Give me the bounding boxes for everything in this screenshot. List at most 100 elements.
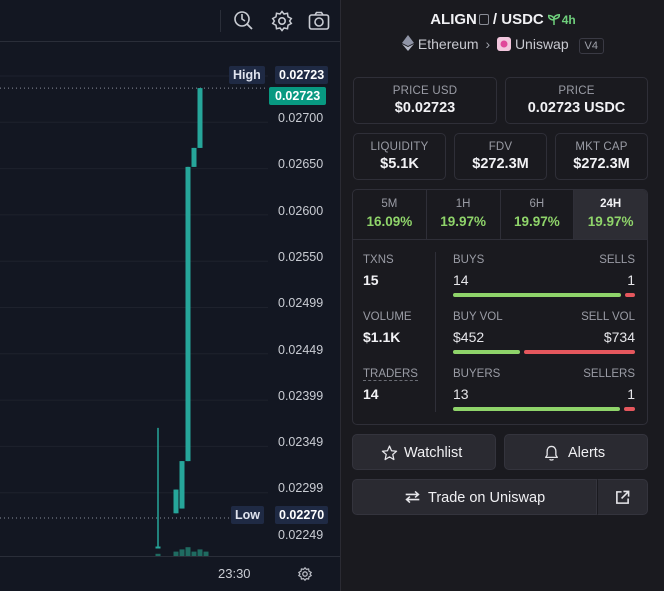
tab-24h-change: 19.97% xyxy=(587,214,634,229)
timeframe-tabs: 5M 16.09% 1H 19.97% 6H 19.97% 24H 19.97% xyxy=(353,190,647,240)
candle-body xyxy=(191,147,197,167)
replay-icon[interactable] xyxy=(232,9,256,33)
swap-arrows-icon xyxy=(405,490,420,504)
tab-6h-label: 6H xyxy=(529,198,545,210)
star-icon xyxy=(381,445,398,461)
price-axis-label: 0.02249 xyxy=(278,528,324,542)
buys-bar xyxy=(453,293,621,297)
pair-separator: / xyxy=(492,11,502,28)
tab-5m-label: 5M xyxy=(381,198,398,210)
sells-bar xyxy=(625,293,635,297)
high-value-tag: 0.02723 xyxy=(275,66,329,84)
price-label: PRICE xyxy=(558,85,595,97)
price-chart-pane: 0.02700 0.02650 0.02600 0.02550 0.02499 0.024… xyxy=(0,0,340,591)
open-external-button[interactable] xyxy=(597,479,648,515)
sellers-bar xyxy=(624,407,635,411)
quote-token: USDC xyxy=(501,11,544,28)
liquidity-label: LIQUIDITY xyxy=(370,141,429,153)
low-value-tag: 0.02270 xyxy=(275,506,329,524)
tab-1h[interactable]: 1H 19.97% xyxy=(427,190,501,239)
alerts-button[interactable]: Alerts xyxy=(504,434,648,470)
traders-value: 14 xyxy=(363,386,379,402)
tab-6h[interactable]: 6H 19.97% xyxy=(501,190,575,239)
price-axis-label: 0.02499 xyxy=(278,296,324,310)
price-axis-label: 0.02600 xyxy=(278,204,324,218)
ethereum-icon xyxy=(402,35,414,51)
market-cap-label: MKT CAP xyxy=(575,141,628,153)
candle-body xyxy=(173,489,179,514)
volume-value: $1.1K xyxy=(363,329,401,345)
dex-version-badge: V4 xyxy=(578,38,604,54)
buyers-value: 13 xyxy=(453,386,469,402)
tab-24h[interactable]: 24H 19.97% xyxy=(574,190,647,239)
buy-vol-value: $452 xyxy=(453,329,485,345)
candle-body xyxy=(197,88,203,148)
stats-divider xyxy=(435,252,436,412)
candle-body xyxy=(179,461,185,509)
sells-value: 1 xyxy=(627,272,635,288)
txns-value: 15 xyxy=(363,272,379,288)
pair-title: ALIGN / USDC 4h xyxy=(341,11,664,28)
price-axis-label: 0.02449 xyxy=(278,343,324,357)
tab-5m[interactable]: 5M 16.09% xyxy=(353,190,427,239)
external-link-icon xyxy=(616,490,630,504)
price-card: PRICE 0.02723 USDC xyxy=(505,77,648,124)
price-axis-label: 0.02399 xyxy=(278,389,324,403)
time-axis-label: 23:30 xyxy=(218,566,251,581)
time-axis: 23:30 xyxy=(0,556,340,591)
chain-name[interactable]: Ethereum xyxy=(418,36,479,52)
sellers-value: 1 xyxy=(627,386,635,402)
last-price-tag: 0.02723 xyxy=(269,87,327,105)
sell-vol-bar xyxy=(524,350,635,354)
bell-icon xyxy=(545,445,558,461)
buy-vol-bar xyxy=(453,350,520,354)
price-usd-label: PRICE USD xyxy=(392,85,458,97)
buyers-label: BUYERS xyxy=(453,368,501,380)
sells-label: SELLS xyxy=(599,254,635,266)
price-usd-value: $0.02723 xyxy=(394,100,456,116)
uniswap-icon xyxy=(497,37,512,51)
high-tag: High xyxy=(229,66,265,84)
chart-toolbar xyxy=(0,0,340,42)
sellers-label: SELLERS xyxy=(583,368,635,380)
low-tag: Low xyxy=(231,506,264,524)
buyers-bar xyxy=(453,407,620,411)
candle-body xyxy=(155,546,161,549)
volume-bar xyxy=(197,549,203,556)
price-axis-label: 0.02650 xyxy=(278,157,324,171)
volume-bar xyxy=(179,549,185,556)
price-usd-card: PRICE USD $0.02723 xyxy=(353,77,497,124)
dex-name[interactable]: Uniswap xyxy=(515,36,569,52)
price-axis-label: 0.02550 xyxy=(278,250,324,264)
trade-label: Trade on Uniswap xyxy=(428,490,546,506)
price-axis-label: 0.02349 xyxy=(278,435,324,449)
price-axis-label: 0.02299 xyxy=(278,481,324,495)
watchlist-label: Watchlist xyxy=(404,445,463,461)
gear-icon[interactable] xyxy=(270,9,294,33)
axis-settings-icon[interactable] xyxy=(297,566,313,582)
liquidity-card: LIQUIDITY $5.1K xyxy=(353,133,446,180)
fdv-label: FDV xyxy=(488,141,513,153)
pair-age: 4h xyxy=(547,13,576,27)
market-cap-value: $272.3M xyxy=(573,156,630,172)
watchlist-button[interactable]: Watchlist xyxy=(352,434,496,470)
trade-button[interactable]: Trade on Uniswap xyxy=(352,479,597,515)
activity-stats-box: 5M 16.09% 1H 19.97% 6H 19.97% 24H 19.97%… xyxy=(352,189,648,425)
tab-24h-label: 24H xyxy=(600,198,622,210)
market-cap-card: MKT CAP $272.3M xyxy=(555,133,648,180)
liquidity-value: $5.1K xyxy=(380,156,419,172)
tab-1h-change: 19.97% xyxy=(440,214,487,229)
fdv-value: $272.3M xyxy=(472,156,529,172)
tab-5m-change: 16.09% xyxy=(366,214,413,229)
base-token: ALIGN xyxy=(430,11,477,28)
tab-1h-label: 1H xyxy=(455,198,471,210)
camera-icon[interactable] xyxy=(307,9,331,33)
txns-label: TXNS xyxy=(363,254,394,266)
candle-body xyxy=(185,166,191,462)
sell-vol-value: $734 xyxy=(603,329,635,345)
price-axis-label: 0.02700 xyxy=(278,111,324,125)
copy-icon[interactable] xyxy=(478,14,489,25)
fdv-card: FDV $272.3M xyxy=(454,133,547,180)
buys-value: 14 xyxy=(453,272,469,288)
traders-label: TRADERS xyxy=(363,368,418,381)
